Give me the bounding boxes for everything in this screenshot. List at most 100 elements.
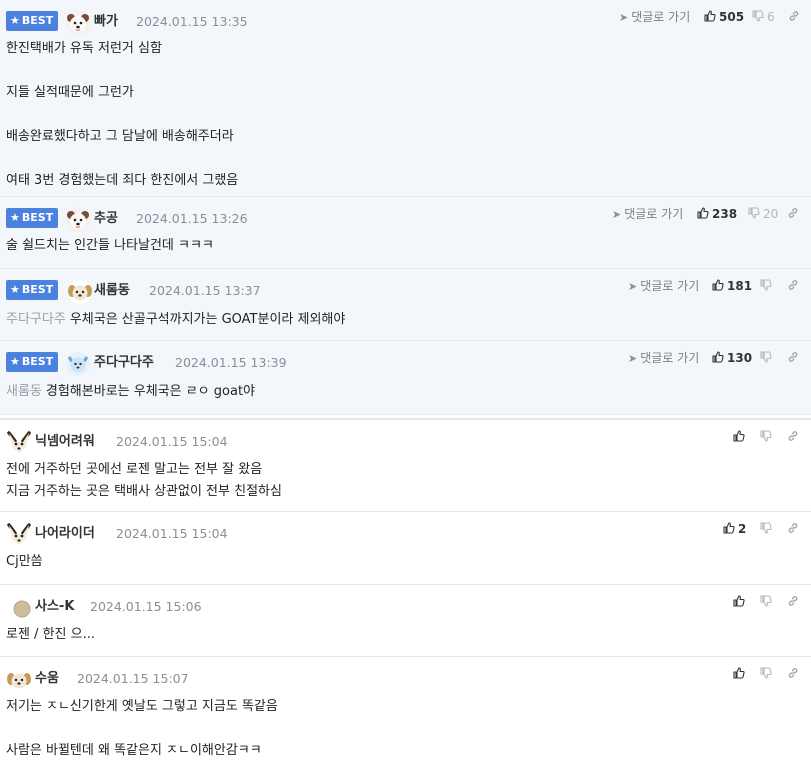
thumb-down-icon	[760, 595, 772, 607]
comment-text: 주다구다주 우체국은 산골구석까지가는 GOAT분이라 제외해야	[6, 312, 346, 327]
nickname[interactable]: 닉넴어려워	[35, 432, 95, 452]
thumb-down-icon	[760, 667, 772, 679]
best-badge: ★ BEST	[6, 352, 59, 372]
avatar[interactable]	[65, 351, 91, 377]
thumb-up-icon	[712, 351, 724, 363]
comment-item: ★ BEST 새롬동 2024.01.15 13:37 ➤ 댓글로 가기 181 주다구다주 우…	[0, 269, 811, 341]
best-label: BEST	[21, 355, 54, 368]
nickname[interactable]: 수움	[35, 669, 59, 689]
comment-item: ★ BEST 추공 2024.01.15 13:26 ➤ 댓글로 가기 238 20 술 쉴드치…	[0, 197, 811, 269]
thumb-down-icon	[760, 430, 772, 442]
avatar[interactable]	[67, 279, 93, 305]
star-icon: ★	[10, 211, 20, 224]
nickname[interactable]: 사스-K	[35, 597, 74, 617]
share-button[interactable]	[787, 349, 802, 367]
share-button[interactable]	[787, 593, 802, 611]
like-button[interactable]	[733, 593, 748, 611]
dislike-button[interactable]: 6	[752, 8, 775, 26]
nickname[interactable]: 새롬동	[94, 281, 130, 301]
go-to-comment-link[interactable]: ➤ 댓글로 가기	[619, 8, 690, 27]
comment-date: 2024.01.15 15:04	[116, 526, 228, 541]
share-button[interactable]	[787, 520, 802, 538]
like-count: 2	[738, 522, 747, 536]
share-button[interactable]	[787, 428, 802, 446]
comment-text: 전에 거주하던 곳에선 로젠 말고는 전부 잘 왔음 지금 거주하는 곳은 택배사…	[6, 462, 282, 499]
like-button[interactable]	[733, 665, 748, 683]
thumb-up-icon	[723, 522, 735, 534]
nickname[interactable]: 추공	[94, 209, 118, 229]
avatar[interactable]	[6, 522, 32, 548]
avatar[interactable]	[6, 430, 32, 456]
link-icon	[787, 279, 799, 291]
go-to-comment-label: 댓글로 가기	[624, 207, 684, 221]
best-label: BEST	[21, 211, 54, 224]
dislike-button[interactable]	[760, 665, 775, 683]
comment-text: 술 쉴드치는 인간들 나타날건데 ㅋㅋㅋ	[6, 238, 214, 253]
comment-item: 나어라이더 2024.01.15 15:04 2 Cj만씀	[0, 512, 811, 585]
go-to-comment-label: 댓글로 가기	[631, 10, 691, 24]
nickname[interactable]: 나어라이더	[35, 524, 95, 544]
dislike-button[interactable]	[760, 277, 775, 295]
go-to-comment-link[interactable]: ➤ 댓글로 가기	[628, 349, 699, 368]
nickname[interactable]: 주다구다주	[94, 353, 154, 373]
thumb-up-icon	[712, 279, 724, 291]
go-to-comment-label: 댓글로 가기	[640, 279, 700, 293]
avatar[interactable]	[65, 10, 91, 36]
thumb-up-icon	[733, 430, 745, 442]
thumb-down-icon	[760, 351, 772, 363]
link-icon	[787, 430, 799, 442]
dislike-button[interactable]	[760, 349, 775, 367]
avatar[interactable]	[9, 595, 35, 621]
share-button[interactable]	[787, 205, 802, 223]
share-button[interactable]	[787, 665, 802, 683]
link-icon	[787, 667, 799, 679]
like-count: 130	[727, 351, 753, 365]
mention-link[interactable]: 새롬동	[6, 384, 42, 399]
mention-link[interactable]: 주다구다주	[6, 312, 66, 327]
link-icon	[787, 522, 799, 534]
go-to-comment-link[interactable]: ➤ 댓글로 가기	[628, 277, 699, 296]
thumb-up-icon	[704, 10, 716, 22]
comment-date: 2024.01.15 13:39	[175, 355, 287, 370]
like-button[interactable]: 238	[697, 205, 737, 223]
nickname[interactable]: 빠가	[94, 12, 118, 32]
share-button[interactable]	[787, 277, 802, 295]
link-icon	[787, 207, 799, 219]
comment-date: 2024.01.15 13:26	[136, 211, 248, 226]
avatar[interactable]	[6, 667, 32, 693]
dislike-button[interactable]	[760, 520, 775, 538]
comment-item: ★ BEST 빠가 2024.01.15 13:35 ➤ 댓글로 가기 505 6 한진택배가 …	[0, 0, 811, 197]
best-badge: ★ BEST	[6, 208, 59, 228]
like-button[interactable]: 130	[712, 349, 752, 367]
dislike-count: 20	[763, 207, 779, 221]
like-count: 505	[719, 10, 745, 24]
thumb-up-icon	[697, 207, 709, 219]
comment-text: 새롬동 경험해본바로는 우체국은 ㄹㅇ goat야	[6, 384, 255, 399]
star-icon: ★	[10, 355, 20, 368]
like-button[interactable]: 181	[712, 277, 752, 295]
go-to-comment-link[interactable]: ➤ 댓글로 가기	[612, 205, 683, 224]
best-label: BEST	[21, 14, 54, 27]
like-button[interactable]: 2	[723, 520, 746, 538]
thumb-down-icon	[760, 279, 772, 291]
share-button[interactable]	[788, 8, 803, 26]
comment-text: 한진택배가 유독 저런거 심함 지들 실적때문에 그런가 배송완료했다하고 그 …	[6, 41, 239, 188]
arrow-icon: ➤	[619, 11, 629, 24]
arrow-icon: ➤	[612, 208, 622, 221]
like-button[interactable]: 505	[704, 8, 744, 26]
link-icon	[787, 595, 799, 607]
comment-date: 2024.01.15 15:07	[77, 671, 189, 686]
avatar[interactable]	[65, 207, 91, 233]
like-count: 238	[712, 207, 738, 221]
comment-date: 2024.01.15 15:04	[116, 434, 228, 449]
dislike-button[interactable]	[760, 428, 775, 446]
comment-text: 로젠 / 한진 으...	[6, 627, 95, 642]
like-button[interactable]	[733, 428, 748, 446]
like-count: 181	[727, 279, 753, 293]
dislike-button[interactable]: 20	[748, 205, 778, 223]
thumb-down-icon	[760, 522, 772, 534]
dislike-button[interactable]	[760, 593, 775, 611]
comment-item: 수움 2024.01.15 15:07 저기는 ㅈㄴ신기한게 옛날도 그렇고 지금도…	[0, 657, 811, 769]
comment-item: ★ BEST 주다구다주 2024.01.15 13:39 ➤ 댓글로 가기 130 새롬동 경…	[0, 341, 811, 415]
dislike-count: 6	[767, 10, 775, 24]
